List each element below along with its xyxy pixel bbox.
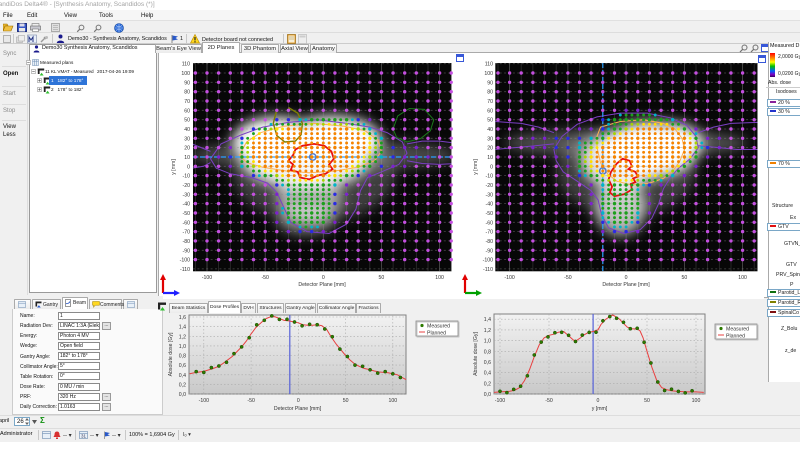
svg-text:40: 40 (184, 127, 190, 133)
svg-text:-10: -10 (183, 174, 191, 180)
svg-text:-30: -30 (486, 192, 494, 198)
svg-text:10: 10 (184, 155, 190, 161)
svg-text:-70: -70 (183, 230, 191, 236)
svg-text:-90: -90 (486, 248, 494, 254)
svg-text:0: 0 (297, 398, 300, 404)
svg-text:1,0: 1,0 (484, 339, 491, 345)
svg-text:-100: -100 (483, 258, 493, 264)
svg-text:0: 0 (625, 275, 628, 281)
svg-text:-110: -110 (483, 267, 493, 273)
svg-text:Measured: Measured (726, 327, 749, 333)
svg-text:-40: -40 (486, 202, 494, 208)
svg-text:1,4: 1,4 (484, 317, 491, 323)
svg-text:y [mm]: y [mm] (171, 159, 177, 175)
svg-text:60: 60 (487, 108, 493, 114)
svg-text:0,0: 0,0 (484, 392, 491, 398)
svg-text:0: 0 (322, 275, 325, 281)
svg-text:Measured: Measured (427, 324, 450, 330)
svg-text:-20: -20 (183, 183, 191, 189)
svg-text:30: 30 (487, 136, 493, 142)
svg-text:1,4: 1,4 (179, 325, 186, 331)
svg-text:100: 100 (738, 275, 747, 281)
svg-text:-100: -100 (199, 398, 209, 404)
svg-text:20: 20 (184, 146, 190, 152)
svg-text:80: 80 (184, 90, 190, 96)
svg-text:-50: -50 (564, 275, 572, 281)
svg-text:-100: -100 (180, 258, 190, 264)
svg-text:Detector Plane [mm]: Detector Plane [mm] (602, 282, 650, 288)
svg-text:90: 90 (487, 80, 493, 86)
svg-text:70: 70 (487, 99, 493, 105)
svg-text:0,2: 0,2 (179, 382, 186, 388)
svg-text:-30: -30 (183, 192, 191, 198)
svg-text:0,4: 0,4 (484, 371, 491, 377)
svg-text:-40: -40 (183, 202, 191, 208)
svg-text:-70: -70 (486, 230, 494, 236)
svg-text:Absolute dose [Gy]: Absolute dose [Gy] (473, 332, 479, 376)
svg-text:50: 50 (343, 398, 349, 404)
svg-text:-100: -100 (504, 275, 514, 281)
svg-text:-90: -90 (183, 248, 191, 254)
svg-text:50: 50 (682, 275, 688, 281)
svg-text:-10: -10 (486, 174, 494, 180)
svg-text:0,6: 0,6 (179, 363, 186, 369)
svg-text:-100: -100 (202, 275, 212, 281)
svg-text:Absolute dose [Gy]: Absolute dose [Gy] (168, 332, 174, 376)
svg-text:1,2: 1,2 (484, 328, 491, 334)
svg-text:100: 100 (484, 71, 493, 77)
svg-text:10: 10 (487, 155, 493, 161)
svg-text:Planned: Planned (726, 334, 745, 340)
svg-text:0: 0 (187, 164, 190, 170)
svg-text:-50: -50 (545, 398, 553, 404)
svg-text:-50: -50 (261, 275, 269, 281)
svg-text:Planned: Planned (427, 331, 446, 337)
svg-text:40: 40 (487, 127, 493, 133)
svg-text:60: 60 (184, 108, 190, 114)
svg-text:-50: -50 (247, 398, 255, 404)
svg-text:-110: -110 (180, 267, 190, 273)
svg-text:80: 80 (487, 90, 493, 96)
svg-text:0,8: 0,8 (484, 349, 491, 355)
svg-text:100: 100 (388, 398, 397, 404)
svg-text:30: 30 (184, 136, 190, 142)
svg-text:-20: -20 (486, 183, 494, 189)
svg-text:50: 50 (487, 118, 493, 124)
svg-text:0: 0 (490, 164, 493, 170)
svg-text:-80: -80 (183, 239, 191, 245)
svg-text:50: 50 (184, 118, 190, 124)
svg-text:0,0: 0,0 (179, 392, 186, 398)
svg-text:50: 50 (644, 398, 650, 404)
svg-text:70: 70 (184, 99, 190, 105)
svg-text:1,0: 1,0 (179, 344, 186, 350)
svg-text:20: 20 (487, 146, 493, 152)
svg-text:-60: -60 (486, 220, 494, 226)
svg-text:-60: -60 (183, 220, 191, 226)
svg-text:0,4: 0,4 (179, 373, 186, 379)
svg-text:0,8: 0,8 (179, 354, 186, 360)
svg-text:0,6: 0,6 (484, 360, 491, 366)
svg-text:110: 110 (485, 62, 493, 68)
svg-text:100: 100 (692, 398, 701, 404)
svg-text:-80: -80 (486, 239, 494, 245)
svg-text:1,6: 1,6 (179, 315, 186, 321)
svg-text:-50: -50 (183, 211, 191, 217)
svg-text:y [mm]: y [mm] (592, 406, 608, 412)
svg-text:y [mm]: y [mm] (473, 159, 479, 175)
svg-text:1,2: 1,2 (179, 334, 186, 340)
svg-text:-50: -50 (486, 211, 494, 217)
svg-text:-100: -100 (495, 398, 505, 404)
svg-text:Detector Plane [mm]: Detector Plane [mm] (298, 282, 346, 288)
svg-text:Detector Plane [mm]: Detector Plane [mm] (274, 406, 322, 412)
svg-text:50: 50 (379, 275, 385, 281)
svg-text:100: 100 (435, 275, 444, 281)
svg-text:0: 0 (597, 398, 600, 404)
svg-text:100: 100 (181, 71, 190, 77)
svg-text:0,2: 0,2 (484, 381, 491, 387)
svg-text:110: 110 (182, 62, 190, 68)
svg-text:90: 90 (184, 80, 190, 86)
